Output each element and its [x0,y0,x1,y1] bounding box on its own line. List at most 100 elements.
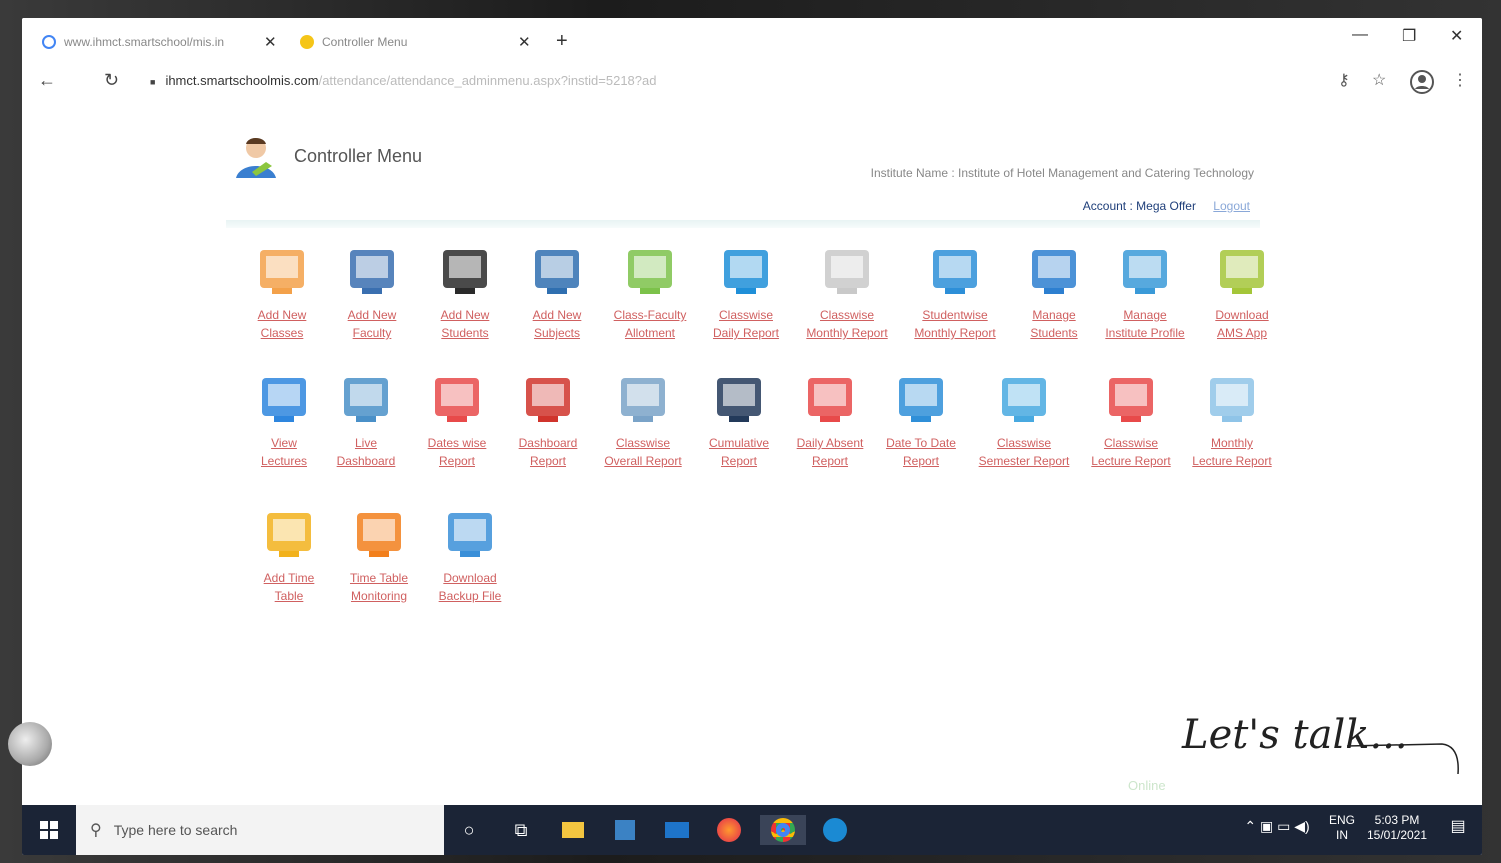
chrome-icon[interactable] [760,815,806,845]
tab-title: Controller Menu [322,35,408,49]
menu-item[interactable]: Add New Subjects [507,242,607,342]
org-chart-icon [620,242,680,302]
back-icon[interactable]: ← [38,70,56,91]
menu-item[interactable]: Studentwise Monthly Report [905,242,1005,342]
menu-item-label: Monthly Lecture Report [1192,436,1272,468]
notification-icon[interactable]: ▤ [1446,819,1470,835]
close-tab-icon[interactable]: ✕ [264,33,277,51]
browser-tab-2[interactable]: Controller Menu ✕ [300,28,540,56]
store-icon[interactable] [610,815,640,845]
menu-item-label: Add New Classes [257,308,307,340]
url-field[interactable]: ■ ihmct.smartschoolmis.com/attendance/att… [150,73,656,88]
date-range-icon [891,370,951,430]
menu-item[interactable]: Download Backup File [420,505,520,605]
menu-item[interactable]: Live Dashboard [316,370,416,470]
mail-icon[interactable] [662,815,692,845]
account-label: Account : Mega Offer [1082,199,1196,213]
menu-item-label: Add New Subjects [532,308,582,340]
menu-item[interactable]: Classwise Overall Report [593,370,693,470]
new-tab-icon[interactable]: + [556,30,568,53]
menu-item[interactable]: Add Time Table [239,505,339,605]
language-indicator[interactable]: ENG IN [1322,813,1362,843]
calculator-icon [613,370,673,430]
task-view-icon[interactable]: ⧉ [506,815,536,845]
gauge-icon [349,505,409,565]
institute-label: Institute Name : [870,166,955,180]
region-code: IN [1336,828,1348,842]
close-tab-icon[interactable]: ✕ [518,33,531,51]
menu-item[interactable]: Add New Students [415,242,515,342]
restore-icon[interactable]: ❐ [1402,26,1416,46]
key-icon[interactable]: ⚷ [1338,70,1350,90]
url-path: /attendance/attendance_adminmenu.aspx?in… [318,73,657,88]
url-host: ihmct.smartschoolmis.com [165,73,319,88]
menu-item[interactable]: Dates wise Report [407,370,507,470]
reload-icon[interactable]: ↻ [104,70,119,91]
android-icon [1212,242,1272,302]
tray-icons[interactable]: ⌃ ▣ ▭ ◀) [1232,819,1322,834]
menu-item[interactable]: Dashboard Report [498,370,598,470]
menu-item-label: Classwise Lecture Report [1091,436,1171,468]
menu-item[interactable]: Classwise Monthly Report [797,242,897,342]
menu-item[interactable]: Date To Date Report [871,370,971,470]
institute-info: Institute Name : Institute of Hotel Mana… [871,166,1254,180]
dashboard-report-icon [518,370,578,430]
dates-report-icon [427,370,487,430]
book-icon [527,242,587,302]
menu-item-label: Class-Faculty Allotment [613,308,687,340]
live-chart-icon [336,370,396,430]
clock[interactable]: 5:03 PM 15/01/2021 [1362,813,1432,843]
menu-item[interactable]: Classwise Semester Report [974,370,1074,470]
windows-start-icon[interactable] [22,805,76,855]
browser-tab-1[interactable]: www.ihmct.smartschool/mis.in ✕ [42,28,282,56]
firefox-icon[interactable] [714,815,744,845]
minimize-icon[interactable]: — [1352,26,1368,44]
site-favicon-icon [300,35,314,49]
menu-item-label: Time Table Monitoring [349,571,409,603]
user-logo-icon [230,132,282,184]
lock-icon: ■ [150,77,156,87]
lets-talk-underline [1346,743,1459,775]
menu-item-label: Classwise Overall Report [604,436,682,468]
menu-item-label: Date To Date Report [886,436,956,468]
profile-icon[interactable] [1410,70,1434,99]
menu-item[interactable]: Class-Faculty Allotment [600,242,700,342]
menu-item-label: Dates wise Report [427,436,487,468]
monitor-chart-icon [254,370,314,430]
menu-item[interactable]: Download AMS App [1192,242,1292,342]
file-explorer-icon[interactable] [558,815,588,845]
search-icon: ⚲ [90,822,102,839]
menu-item[interactable]: Cumulative Report [689,370,789,470]
manage-student-icon [1024,242,1084,302]
tab-title: www.ihmct.smartschool/mis.in [64,35,225,49]
cumulative-chart-icon [709,370,769,430]
menu-item[interactable]: Manage Institute Profile [1095,242,1195,342]
menu-item[interactable]: Manage Students [1004,242,1104,342]
star-icon[interactable]: ☆ [1372,70,1386,90]
menu-item-label: Daily Absent Report [796,436,864,468]
menu-item[interactable]: Time Table Monitoring [329,505,429,605]
logout-link[interactable]: Logout [1213,199,1250,213]
menu-item-label: Classwise Monthly Report [806,308,888,340]
menu-item[interactable]: Daily Absent Report [780,370,880,470]
edge-icon[interactable] [820,815,850,845]
menu-item-label: Download Backup File [438,571,502,603]
menu-item[interactable]: Classwise Lecture Report [1081,370,1181,470]
bar-chart-icon [1101,370,1161,430]
menu-item[interactable]: Classwise Daily Report [696,242,796,342]
menu-item-label: Cumulative Report [708,436,770,468]
taskbar-search-input[interactable]: ⚲ Type here to search [76,805,444,855]
menu-item-label: Dashboard Report [518,436,578,468]
google-icon [42,35,56,49]
menu-item[interactable]: Add New Classes [232,242,332,342]
close-window-icon[interactable]: ✕ [1450,26,1463,46]
cortana-icon[interactable]: ○ [454,815,484,845]
menu-item[interactable]: Add New Faculty [322,242,422,342]
menu-item-label: Classwise Semester Report [978,436,1070,468]
more-menu-icon[interactable]: ⋮ [1452,70,1468,90]
menu-item-label: Manage Institute Profile [1105,308,1185,340]
clock-time: 5:03 PM [1374,813,1420,827]
clock-date: 15/01/2021 [1366,828,1428,842]
menu-item[interactable]: Monthly Lecture Report [1182,370,1282,470]
language-code: ENG [1328,813,1355,827]
